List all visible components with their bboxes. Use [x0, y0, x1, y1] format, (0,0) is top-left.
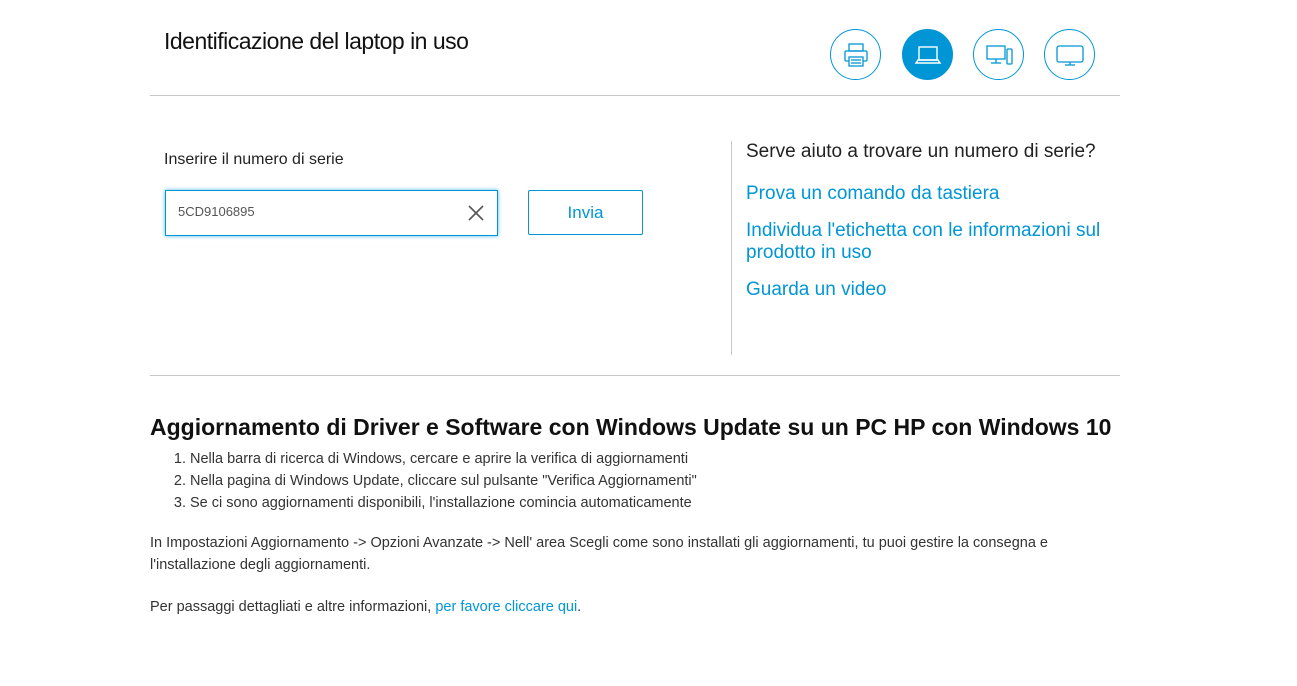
monitor-button[interactable]: [1044, 29, 1095, 80]
help-link-keyboard-command[interactable]: Prova un comando da tastiera: [746, 183, 1106, 205]
laptop-button[interactable]: [902, 29, 953, 80]
close-icon[interactable]: [467, 204, 485, 222]
help-link-product-label[interactable]: Individua l'etichetta con le informazion…: [746, 220, 1106, 264]
desktop-button[interactable]: [973, 29, 1024, 80]
more-info-link[interactable]: per favore cliccare qui: [435, 599, 577, 615]
desktop-icon: [985, 44, 1013, 65]
steps-list: Nella barra di ricerca di Windows, cerca…: [150, 448, 697, 514]
header-divider: [150, 95, 1120, 96]
more-info-suffix: .: [577, 599, 582, 615]
help-title: Serve aiuto a trovare un numero di serie…: [746, 141, 1096, 162]
more-info-text: Per passaggi dettagliati e altre informa…: [150, 599, 436, 615]
printer-icon: [843, 42, 868, 67]
serial-number-field[interactable]: [165, 190, 498, 236]
monitor-icon: [1055, 44, 1084, 66]
help-link-video[interactable]: Guarda un video: [746, 279, 1106, 301]
article-title: Aggiornamento di Driver e Software con W…: [150, 414, 1112, 440]
content-divider: [150, 375, 1120, 376]
list-item: Se ci sono aggiornamenti disponibili, l'…: [190, 492, 697, 514]
more-info-paragraph: Per passaggi dettagliati e altre informa…: [150, 596, 1110, 618]
settings-paragraph: In Impostazioni Aggiornamento -> Opzioni…: [150, 535, 1048, 573]
laptop-icon: [914, 45, 941, 64]
page-title: Identificazione del laptop in uso: [164, 28, 469, 54]
submit-button[interactable]: Invia: [528, 190, 643, 235]
list-item: Nella barra di ricerca di Windows, cerca…: [190, 448, 697, 470]
list-item: Nella pagina di Windows Update, cliccare…: [190, 470, 697, 492]
serial-number-label: Inserire il numero di serie: [164, 151, 344, 168]
section-divider: [731, 141, 732, 355]
serial-number-input[interactable]: [176, 203, 460, 220]
printer-button[interactable]: [830, 29, 881, 80]
